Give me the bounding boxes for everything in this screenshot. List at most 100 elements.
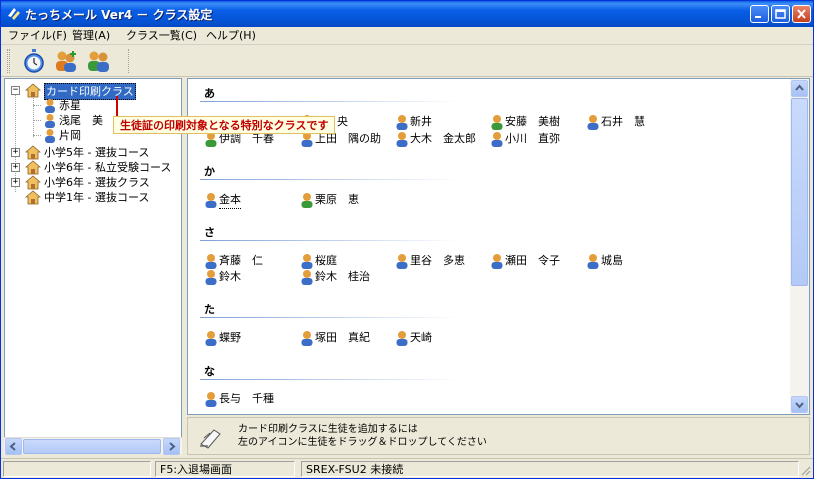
tree-node-student[interactable]: 赤星 (33, 98, 181, 113)
status-cell-empty (3, 461, 151, 477)
tree-node-class[interactable]: + 小学6年 - 私立受験コース (11, 160, 181, 175)
collapse-toggle[interactable]: − (11, 86, 20, 95)
add-students-icon[interactable] (53, 48, 79, 74)
tree-line (33, 120, 41, 121)
student-icon (587, 115, 599, 130)
tooltip-pointer (116, 96, 118, 116)
tree-line (33, 105, 41, 106)
drag-hint-panel: カード印刷クラスに生徒を追加するには 左のアイコンに生徒をドラッグ＆ドロップして… (187, 417, 810, 455)
chevron-left-icon (9, 442, 16, 451)
menu-bar: ファイル(F) 管理(A) クラス一覧(C) ヘルプ(H) (1, 27, 813, 45)
tree-label: 中学1年 - 選抜コース (44, 191, 150, 204)
student-icon (205, 193, 217, 208)
minimize-icon (755, 16, 761, 18)
section-header: た (204, 303, 215, 316)
section-header: あ (204, 87, 215, 100)
chevron-right-icon (169, 442, 176, 451)
expand-toggle[interactable]: + (11, 163, 20, 172)
student-icon (301, 254, 313, 269)
section-header: か (204, 165, 215, 178)
tree-node-class[interactable]: + 小学5年 - 選抜コース (11, 145, 181, 160)
app-window: たっちメール Ver4 － クラス設定 ファイル(F) 管理(A) クラス一覧(… (0, 0, 814, 479)
students-group-icon[interactable] (86, 48, 112, 74)
section-divider (200, 240, 460, 241)
section-divider (200, 101, 460, 102)
hint-line-2: 左のアイコンに生徒をドラッグ＆ドロップしてください (238, 437, 487, 448)
close-button[interactable] (792, 5, 811, 23)
class-folder-icon (25, 160, 41, 175)
tree-label: 浅尾 美 (59, 114, 103, 127)
student-icon (396, 254, 408, 269)
student-icon (205, 270, 217, 285)
class-folder-icon (25, 190, 41, 205)
maximize-icon (775, 9, 786, 19)
class-folder-icon (25, 83, 41, 98)
menu-class-list[interactable]: クラス一覧(C) (126, 28, 197, 44)
toolbar-separator (128, 49, 130, 73)
student-icon (45, 114, 55, 128)
section-header: な (204, 365, 215, 378)
student-icon (45, 99, 55, 113)
student-icon (205, 331, 217, 346)
section-header: さ (204, 226, 215, 239)
hint-line-1: カード印刷クラスに生徒を追加するには (238, 424, 418, 435)
maximize-button[interactable] (771, 5, 790, 23)
scroll-thumb[interactable] (23, 439, 161, 454)
tree-label: 小学6年 - 私立受験コース (44, 161, 172, 174)
tree-node-card-print-class[interactable]: − カード印刷クラス (11, 83, 181, 100)
expand-toggle[interactable]: + (11, 148, 20, 157)
menu-help[interactable]: ヘルプ(H) (206, 28, 256, 44)
student-icon (205, 392, 217, 407)
menu-manage[interactable]: 管理(A) (72, 28, 110, 44)
menu-file[interactable]: ファイル(F) (8, 28, 67, 44)
app-logo-icon (8, 8, 20, 20)
drag-drop-icon (200, 429, 221, 449)
student-icon (491, 254, 503, 269)
tree-node-class[interactable]: 中学1年 - 選抜コース (11, 190, 181, 205)
scroll-thumb[interactable] (791, 98, 808, 286)
chevron-down-icon (795, 402, 804, 409)
tree-horizontal-scrollbar[interactable] (4, 437, 182, 455)
toolbar (1, 45, 813, 77)
student-icon (301, 193, 313, 208)
student-icon (45, 129, 55, 143)
tree-line (33, 135, 41, 136)
scroll-down-button[interactable] (791, 396, 808, 413)
toolbar-grip[interactable] (7, 49, 10, 73)
class-folder-icon (25, 145, 41, 160)
window-title: たっちメール Ver4 － クラス設定 (25, 8, 213, 22)
scroll-right-button[interactable] (163, 438, 180, 455)
expand-toggle[interactable]: + (11, 178, 20, 187)
student-icon (205, 254, 217, 269)
section-divider (200, 379, 460, 380)
close-icon (797, 9, 806, 19)
stopwatch-icon[interactable] (21, 48, 47, 74)
class-folder-icon (25, 175, 41, 190)
tree-label: 小学5年 - 選抜コース (44, 146, 150, 159)
section-divider (200, 317, 460, 318)
status-shortcut: F5:入退場画面 (155, 461, 295, 477)
student-icon (396, 331, 408, 346)
minimize-button[interactable] (750, 5, 769, 23)
tree-label: 小学6年 - 選抜クラス (44, 176, 150, 189)
tree-label: 片岡 (59, 129, 81, 142)
class-tree[interactable]: − カード印刷クラス 赤星 浅尾 美 片岡 + 小学5年 - 選抜コース + 小… (4, 78, 182, 454)
student-icon (396, 132, 408, 147)
chevron-up-icon (795, 84, 804, 91)
title-bar[interactable]: たっちメール Ver4 － クラス設定 (1, 1, 813, 27)
status-connection: SREX-FSU2 未接続 (301, 461, 799, 477)
student-icon (491, 115, 503, 130)
scroll-left-button[interactable] (5, 438, 22, 455)
student-icon (491, 132, 503, 147)
class-tooltip: 生徒証の印刷対象となる特別なクラスです (113, 116, 336, 134)
scroll-up-button[interactable] (791, 80, 808, 97)
status-bar: F5:入退場画面 SREX-FSU2 未接続 (1, 458, 813, 478)
student-icon (587, 254, 599, 269)
section-divider (200, 179, 460, 180)
student-icon (301, 331, 313, 346)
resize-grip-icon[interactable] (800, 465, 811, 476)
tree-label: 赤星 (59, 99, 81, 112)
tree-node-class[interactable]: + 小学6年 - 選抜クラス (11, 175, 181, 190)
student-icon (396, 115, 408, 130)
list-vertical-scrollbar[interactable] (790, 79, 809, 414)
